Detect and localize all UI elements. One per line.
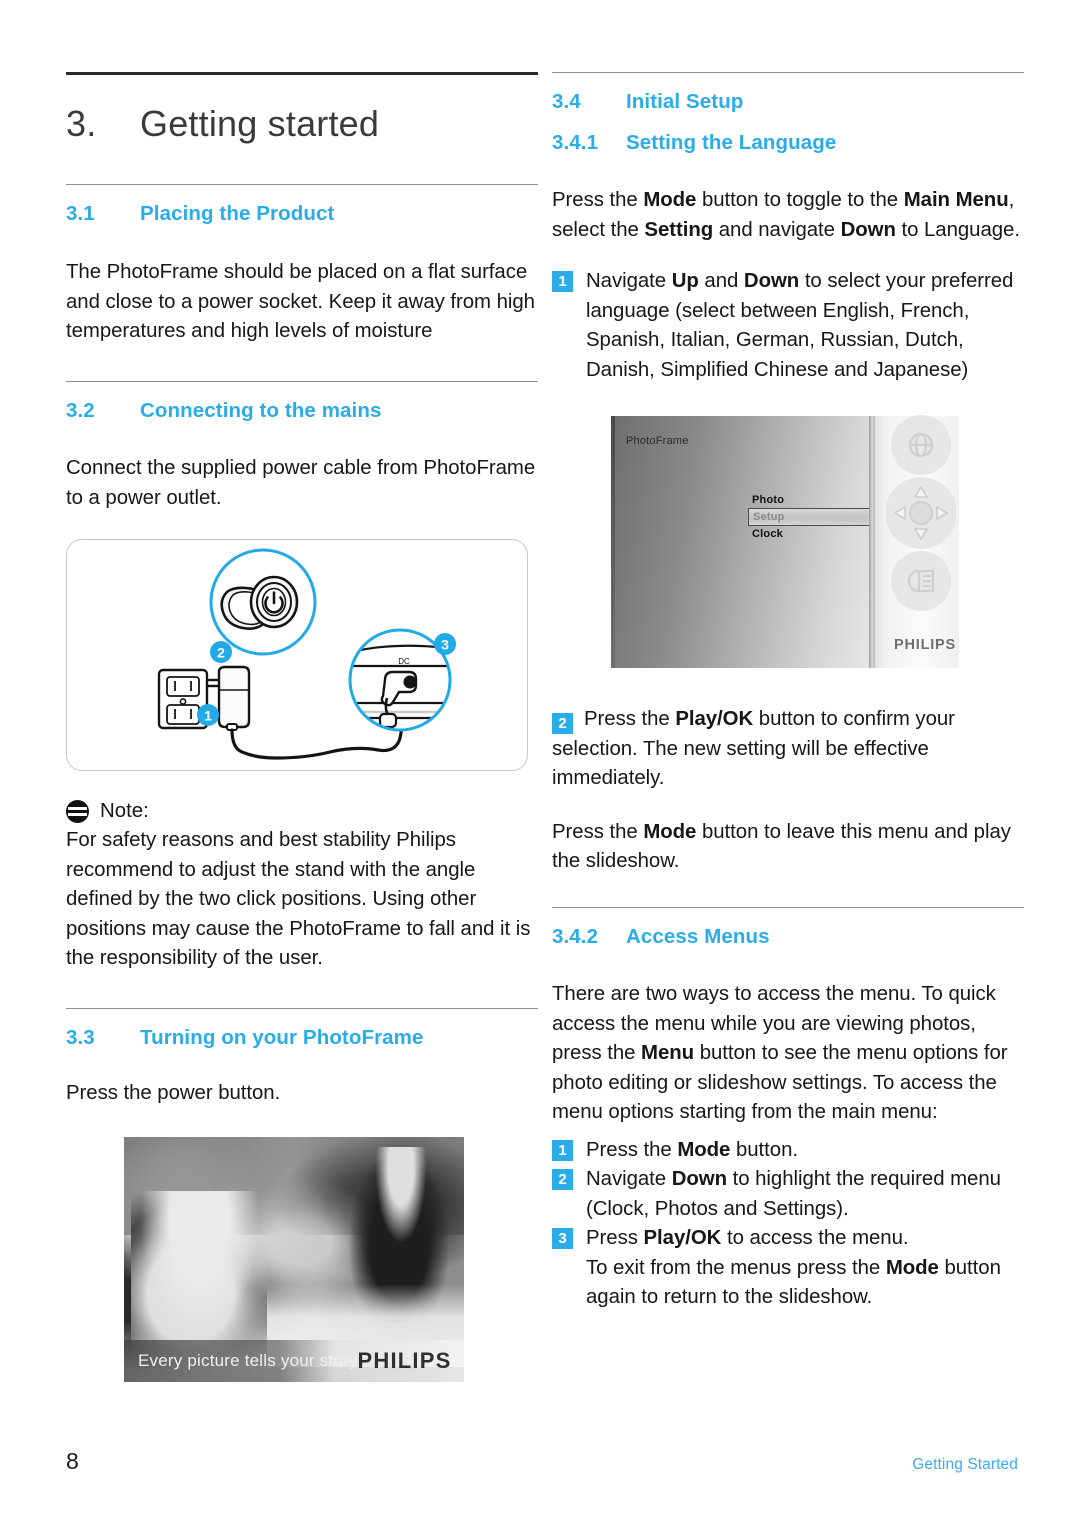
device-hinge — [869, 416, 875, 669]
list-item-342-step1: 1 Press the Mode button. — [552, 1136, 1024, 1166]
chapter-number: 3. — [66, 103, 97, 144]
chapter-heading: 3. Getting started — [66, 103, 538, 144]
section-341-outro: Press the Mode button to leave this menu… — [552, 820, 1011, 873]
footer-chapter-label: Getting Started — [912, 1456, 1018, 1473]
section-34-title: Initial Setup — [626, 90, 744, 113]
page-number: 8 — [66, 1448, 79, 1474]
section-342-number: 3.4.2 — [552, 924, 599, 948]
list-item-text: Press the Play/OK button to confirm your… — [552, 708, 955, 790]
section-31-body: The PhotoFrame should be placed on a fla… — [66, 261, 535, 343]
section-heading-342: 3.4.2 Access Menus — [552, 924, 1024, 951]
device-philips-logo: PHILIPS — [894, 637, 956, 654]
right-column: 3.4 Initial Setup 3.4.1 Setting the Lang… — [552, 72, 1024, 1313]
section-342-closing: To exit from the menus press the Mode bu… — [586, 1256, 1001, 1309]
note-header: Note: — [66, 797, 538, 826]
section-31-number: 3.1 — [66, 202, 95, 226]
photo-wrapper: Every picture tells your story PHILIPS — [66, 1136, 538, 1382]
photo-caption-bar: Every picture tells your story PHILIPS — [124, 1339, 464, 1382]
section-34-number: 3.4 — [552, 90, 581, 113]
note-icon — [66, 800, 89, 824]
section-342-title: Access Menus — [626, 924, 770, 948]
list-item-341-step1: 1 Navigate Up and Down to select your pr… — [552, 267, 1024, 385]
list-item-text: Navigate Up and Down to select your pref… — [586, 270, 1014, 381]
chapter-top-rule — [66, 72, 538, 75]
section-32-number: 3.2 — [66, 398, 95, 422]
list-item-text: Navigate Down to highlight the required … — [586, 1168, 1001, 1220]
section-341-intro: Press the Mode button to toggle to the M… — [552, 189, 1020, 241]
section-32-title: Connecting to the mains — [140, 398, 382, 422]
list-marker: 3 — [552, 1228, 573, 1250]
photo-tagline: Every picture tells your story — [138, 1350, 358, 1370]
list-marker: 1 — [552, 271, 573, 293]
list-item-text: Press Play/OK to access the menu. — [586, 1227, 909, 1250]
philips-logo: PHILIPS — [357, 1347, 452, 1373]
section-33-body: Press the power button. — [66, 1082, 281, 1105]
list-item-342-step3: 3 Press Play/OK to access the menu. — [552, 1224, 1024, 1254]
list-item-342-step2: 2 Navigate Down to highlight the require… — [552, 1165, 1024, 1224]
svg-text:DC: DC — [398, 657, 410, 666]
section-heading-34: 3.4 Initial Setup — [552, 89, 1024, 116]
list-marker: 1 — [552, 1139, 573, 1161]
page-footer: 8 Getting Started — [66, 1448, 1018, 1475]
section-342-intro: There are two ways to access the menu. T… — [552, 983, 1008, 1124]
left-column: 3. Getting started 3.1 Placing the Produ… — [66, 72, 538, 1382]
device-screenshot-wrapper: PhotoFrame Photo Setup Clock PHILIPS — [552, 407, 1024, 680]
device-screen-edge — [611, 416, 615, 669]
list-item-text: Press the Mode button. — [586, 1138, 798, 1161]
device-screenshot: PhotoFrame Photo Setup Clock PHILIPS — [600, 407, 970, 680]
svg-text:2: 2 — [217, 645, 225, 661]
section-341-title: Setting the Language — [626, 130, 837, 154]
list-item-341-step2: 2 Press the Play/OK button to confirm you… — [552, 705, 1024, 794]
note-body: For safety reasons and best stability Ph… — [66, 829, 531, 970]
chapter-title: Getting started — [140, 103, 380, 144]
section-33-title: Turning on your PhotoFrame — [140, 1025, 424, 1049]
section-heading-33: 3.3 Turning on your PhotoFrame — [66, 1025, 538, 1052]
section-31-title: Placing the Product — [140, 202, 335, 226]
section-heading-32: 3.2 Connecting to the mains — [66, 398, 538, 425]
document-page: 3. Getting started 3.1 Placing the Produ… — [0, 0, 1080, 1532]
device-control-buttons — [885, 413, 957, 628]
section-341-number: 3.4.1 — [552, 130, 599, 154]
section-heading-31: 3.1 Placing the Product — [66, 201, 538, 228]
svg-text:3: 3 — [441, 637, 449, 653]
device-screen-title: PhotoFrame — [626, 435, 689, 448]
power-connection-diagram: 2 1 DC 3 — [66, 539, 528, 772]
section-32-body: Connect the supplied power cable from Ph… — [66, 457, 536, 509]
note-label: Note: — [100, 800, 149, 823]
photoframe-sample-photo: Every picture tells your story PHILIPS — [124, 1136, 464, 1382]
list-marker: 2 — [552, 713, 573, 735]
device-screen — [611, 416, 869, 669]
list-marker: 2 — [552, 1169, 573, 1191]
section-33-number: 3.3 — [66, 1025, 95, 1049]
svg-text:1: 1 — [204, 708, 212, 724]
section-heading-341: 3.4.1 Setting the Language — [552, 130, 1024, 157]
